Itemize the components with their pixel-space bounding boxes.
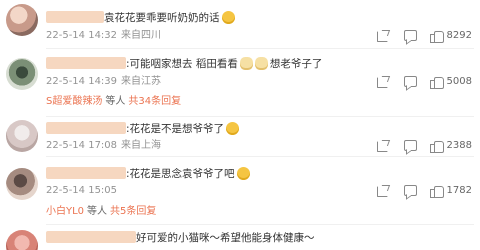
- emoji-icon: [221, 11, 235, 24]
- avatar[interactable]: [6, 168, 38, 200]
- comment-actions: 2388: [362, 139, 472, 153]
- avatar[interactable]: [6, 58, 38, 90]
- reply-count-link[interactable]: 共5条回复: [110, 206, 156, 217]
- comment-date: 22-5-14 14:32: [46, 30, 118, 41]
- comment-date: 22-5-14 14:39: [46, 76, 118, 87]
- like-count: 5008: [446, 76, 472, 87]
- comment-actions: 1782: [362, 184, 472, 198]
- divider: [46, 224, 474, 225]
- reply-middle-text: 等人: [105, 96, 126, 107]
- cat-emoji-icon: [239, 57, 253, 70]
- share-icon[interactable]: [376, 75, 389, 88]
- divider: [46, 156, 474, 157]
- cat-emoji-icon: [254, 57, 268, 70]
- reply-username[interactable]: 小白YL0: [46, 206, 84, 217]
- comment-text: 好可爱的小猫咪～希望他能身体健康～: [46, 231, 315, 245]
- avatar[interactable]: [6, 230, 38, 250]
- like-count: 8292: [446, 30, 472, 41]
- comment-meta: 22-5-14 15:05: [46, 185, 125, 197]
- avatar[interactable]: [6, 4, 38, 36]
- divider: [46, 48, 474, 49]
- share-icon[interactable]: [376, 139, 389, 152]
- comment-meta: 22-5-14 14:39 来自江苏: [46, 76, 165, 88]
- comment-icon[interactable]: [403, 184, 417, 197]
- comment-icon[interactable]: [403, 75, 417, 88]
- reply-summary: S超爱酸辣汤 等人 共34条回复: [46, 96, 181, 108]
- comment-location: 来自上海: [121, 140, 162, 151]
- reply-count-link[interactable]: 共34条回复: [128, 96, 181, 107]
- comment-actions: 8292: [362, 29, 472, 43]
- comment-text: :花花是思念袁爷爷了吧: [46, 167, 250, 181]
- comment-text: :可能咽家想去 稻田看看 想老爷子了: [46, 57, 322, 71]
- share-icon[interactable]: [376, 184, 389, 197]
- comment-location: 来自江苏: [121, 76, 162, 87]
- comment-text: 袁花花要乖要听奶奶的话: [46, 11, 235, 25]
- comment-icon[interactable]: [403, 139, 417, 152]
- masked-username[interactable]: [46, 122, 126, 134]
- comment-meta: 22-5-14 14:32 来自四川: [46, 30, 165, 42]
- comment-date: 22-5-14 15:05: [46, 185, 118, 196]
- reply-username[interactable]: S超爱酸辣汤: [46, 96, 102, 107]
- comment-text: :花花是不是想爷爷了: [46, 122, 240, 136]
- comment-date: 22-5-14 17:08: [46, 140, 118, 151]
- divider: [46, 116, 474, 117]
- comment-icon[interactable]: [403, 29, 417, 42]
- like-count: 1782: [446, 185, 472, 196]
- emoji-icon: [236, 167, 250, 180]
- masked-username[interactable]: [46, 167, 126, 179]
- comment-location: 来自四川: [121, 30, 162, 41]
- masked-username[interactable]: [46, 11, 104, 23]
- reply-middle-text: 等人: [87, 206, 108, 217]
- comment-actions: 5008: [362, 75, 472, 89]
- like-icon[interactable]: [429, 29, 444, 43]
- reply-summary: 小白YL0 等人 共5条回复: [46, 206, 156, 218]
- comment-meta: 22-5-14 17:08 来自上海: [46, 140, 165, 152]
- like-icon[interactable]: [429, 75, 444, 89]
- like-icon[interactable]: [429, 139, 444, 153]
- avatar[interactable]: [6, 120, 38, 152]
- emoji-icon: [226, 122, 240, 135]
- masked-username[interactable]: [46, 231, 136, 243]
- like-icon[interactable]: [429, 184, 444, 198]
- share-icon[interactable]: [376, 29, 389, 42]
- masked-username[interactable]: [46, 57, 126, 69]
- like-count: 2388: [446, 140, 472, 151]
